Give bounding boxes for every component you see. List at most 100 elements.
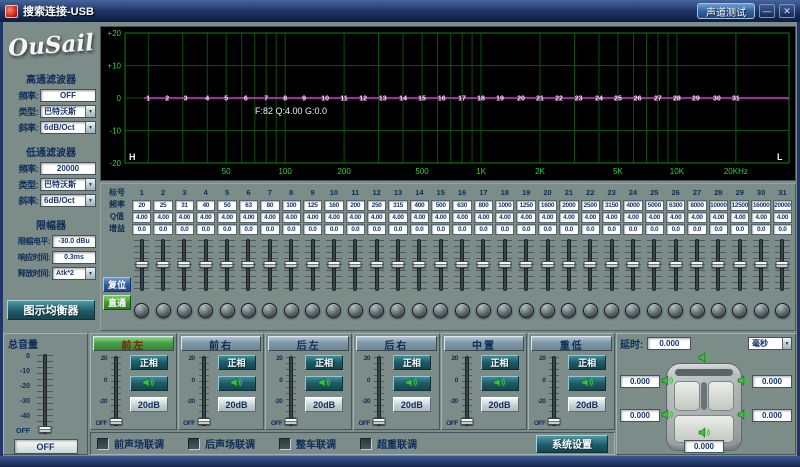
slider-handle[interactable]	[456, 261, 469, 268]
graph-band-point[interactable]: 26	[634, 96, 642, 103]
band-gain-value[interactable]: 0.0	[538, 224, 557, 235]
slider-handle[interactable]	[755, 261, 768, 268]
band-gain-slider[interactable]	[281, 237, 302, 293]
phase-button[interactable]: 正相	[568, 355, 606, 370]
boost-button[interactable]: 20dB	[568, 397, 606, 412]
lpf-marker[interactable]: L	[777, 152, 783, 162]
link-checkbox[interactable]	[188, 438, 200, 450]
band-gain-value[interactable]: 0.0	[431, 224, 450, 235]
band-q-value[interactable]: 4.00	[538, 212, 557, 223]
slider-handle[interactable]	[548, 418, 561, 425]
band-knob[interactable]	[134, 303, 149, 318]
slider-handle[interactable]	[648, 261, 661, 268]
graph-band-point[interactable]: 20	[517, 96, 525, 103]
band-knob[interactable]	[711, 303, 726, 318]
band-freq-value[interactable]: 3150	[602, 200, 621, 211]
band-q-value[interactable]: 4.00	[645, 212, 664, 223]
band-gain-value[interactable]: 0.0	[217, 224, 236, 235]
mute-button[interactable]	[568, 376, 606, 391]
band-gain-value[interactable]: 0.0	[516, 224, 535, 235]
graph-band-point[interactable]: 24	[595, 96, 603, 103]
band-gain-slider[interactable]	[430, 237, 451, 293]
band-gain-slider[interactable]	[174, 237, 195, 293]
band-freq-value[interactable]: 800	[474, 200, 493, 211]
slider-handle[interactable]	[562, 261, 575, 268]
band-knob[interactable]	[519, 303, 534, 318]
boost-button[interactable]: 20dB	[393, 397, 431, 412]
band-q-value[interactable]: 4.00	[175, 212, 194, 223]
slider-handle[interactable]	[285, 261, 298, 268]
band-q-value[interactable]: 4.00	[559, 212, 578, 223]
band-gain-value[interactable]: 0.0	[645, 224, 664, 235]
band-freq-value[interactable]: 500	[431, 200, 450, 211]
graph-band-point[interactable]: 12	[359, 96, 367, 103]
link-checkbox[interactable]	[279, 438, 291, 450]
band-q-value[interactable]: 4.00	[303, 212, 322, 223]
band-gain-value[interactable]: 0.0	[346, 224, 365, 235]
slider-handle[interactable]	[39, 426, 52, 433]
band-gain-value[interactable]: 0.0	[709, 224, 728, 235]
hpf-type-select[interactable]: 巴特沃斯	[40, 105, 96, 118]
band-knob[interactable]	[540, 303, 555, 318]
band-knob[interactable]	[455, 303, 470, 318]
band-gain-value[interactable]: 0.0	[196, 224, 215, 235]
band-freq-value[interactable]: 12500	[730, 200, 749, 211]
band-gain-value[interactable]: 0.0	[773, 224, 792, 235]
band-gain-value[interactable]: 0.0	[132, 224, 151, 235]
phase-button[interactable]: 正相	[218, 355, 256, 370]
slider-handle[interactable]	[776, 261, 789, 268]
band-gain-value[interactable]: 0.0	[282, 224, 301, 235]
band-freq-value[interactable]: 200	[346, 200, 365, 211]
band-q-value[interactable]: 4.00	[730, 212, 749, 223]
band-gain-slider[interactable]	[665, 237, 686, 293]
channel-volume-slider[interactable]	[546, 354, 562, 428]
band-freq-value[interactable]: 40	[196, 200, 215, 211]
channel-select-button[interactable]: 重低	[531, 336, 612, 351]
band-freq-value[interactable]: 25	[153, 200, 172, 211]
graph-band-point[interactable]: 25	[614, 96, 622, 103]
band-knob[interactable]	[326, 303, 341, 318]
band-freq-value[interactable]: 6300	[666, 200, 685, 211]
band-freq-value[interactable]: 31	[175, 200, 194, 211]
delay-value-front-right[interactable]: 0.000	[752, 375, 792, 388]
band-gain-value[interactable]: 0.0	[303, 224, 322, 235]
lpf-type-select[interactable]: 巴特沃斯	[40, 178, 96, 191]
limiter-attack-input[interactable]: 0.3ms	[52, 251, 96, 264]
band-q-value[interactable]: 4.00	[431, 212, 450, 223]
band-freq-value[interactable]: 1250	[516, 200, 535, 211]
band-gain-value[interactable]: 0.0	[730, 224, 749, 235]
close-button[interactable]: ✕	[779, 4, 795, 18]
eq-response-graph[interactable]: +20+100-10-20501002005001K2K5K10K20KHz12…	[100, 26, 796, 181]
graph-band-point[interactable]: 31	[732, 96, 740, 103]
graph-band-point[interactable]: 9	[302, 96, 306, 103]
band-gain-value[interactable]: 0.0	[495, 224, 514, 235]
band-gain-slider[interactable]	[451, 237, 472, 293]
graph-canvas[interactable]: +20+100-10-20501002005001K2K5K10K20KHz12…	[101, 27, 795, 180]
band-gain-slider[interactable]	[622, 237, 643, 293]
slider-handle[interactable]	[498, 261, 511, 268]
band-gain-value[interactable]: 0.0	[410, 224, 429, 235]
graph-band-point[interactable]: 7	[264, 96, 268, 103]
band-knob[interactable]	[668, 303, 683, 318]
band-gain-slider[interactable]	[708, 237, 729, 293]
graph-band-point[interactable]: 18	[477, 96, 485, 103]
band-gain-slider[interactable]	[644, 237, 665, 293]
band-gain-value[interactable]: 0.0	[388, 224, 407, 235]
phase-button[interactable]: 正相	[305, 355, 343, 370]
graphic-eq-button[interactable]: 图示均衡器	[7, 300, 95, 320]
band-knob[interactable]	[369, 303, 384, 318]
slider-handle[interactable]	[242, 261, 255, 268]
band-gain-slider[interactable]	[580, 237, 601, 293]
band-q-value[interactable]: 4.00	[495, 212, 514, 223]
band-gain-slider[interactable]	[558, 237, 579, 293]
band-knob[interactable]	[305, 303, 320, 318]
band-freq-value[interactable]: 2000	[559, 200, 578, 211]
graph-band-point[interactable]: 2	[165, 96, 169, 103]
band-q-value[interactable]: 4.00	[260, 212, 279, 223]
band-freq-value[interactable]: 630	[452, 200, 471, 211]
band-q-value[interactable]: 4.00	[346, 212, 365, 223]
band-gain-value[interactable]: 0.0	[175, 224, 194, 235]
mute-button[interactable]	[130, 376, 168, 391]
band-gain-slider[interactable]	[750, 237, 771, 293]
band-knob[interactable]	[284, 303, 299, 318]
